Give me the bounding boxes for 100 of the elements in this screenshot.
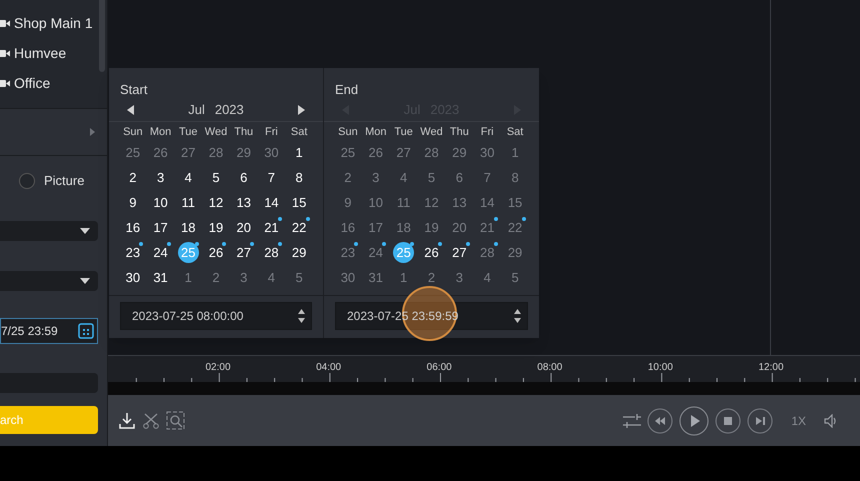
snapshot-icon[interactable] [166,411,185,430]
calendar-day[interactable]: 14 [476,192,498,213]
calendar-day[interactable]: 26 [420,242,442,263]
download-icon[interactable] [118,412,136,430]
calendar-day[interactable]: 16 [337,217,358,238]
calendar-day[interactable]: 29 [288,242,310,263]
calendar-day[interactable]: 29 [233,142,254,163]
calendar-day[interactable]: 8 [288,167,310,188]
calendar-day[interactable]: 28 [476,242,498,263]
calendar-day[interactable]: 25 [393,242,414,263]
datetime-field[interactable]: 7/25 23:59 [0,318,98,344]
camera-name[interactable]: Office [14,72,50,94]
calendar-day[interactable]: 2 [122,167,144,188]
calendar-day[interactable]: 9 [122,192,144,213]
calendar-day[interactable]: 18 [178,217,199,238]
calendar-day[interactable]: 1 [504,142,526,163]
year-label[interactable]: 2023 [214,100,244,120]
calendar-day[interactable]: 1 [288,142,310,163]
calendar-day[interactable]: 5 [288,267,310,288]
calendar-day[interactable]: 21 [476,217,498,238]
calendar-day[interactable]: 3 [365,167,386,188]
calendar-day[interactable]: 27 [393,142,414,163]
calendar-day[interactable]: 30 [337,267,358,288]
calendar-day[interactable]: 28 [420,142,442,163]
calendar-day[interactable]: 3 [150,167,172,188]
calendar-day[interactable]: 28 [260,242,282,263]
next-month-icon[interactable] [298,104,305,114]
scissors-icon[interactable] [142,412,160,430]
calendar-day[interactable]: 11 [393,192,414,213]
calendar-day[interactable]: 9 [337,192,358,213]
calendar-day[interactable]: 5 [205,167,226,188]
calendar-day[interactable]: 29 [504,242,526,263]
calendar-day[interactable]: 6 [233,167,254,188]
calendar-day[interactable]: 13 [233,192,254,213]
spinner-icon[interactable] [514,308,521,324]
calendar-day[interactable]: 20 [448,217,470,238]
calendar-day[interactable]: 4 [260,267,282,288]
scrollbar[interactable] [99,0,105,72]
calendar-day[interactable]: 20 [233,217,254,238]
calendar-day[interactable]: 28 [205,142,226,163]
camera-name[interactable]: Shop Main 1 [14,12,93,34]
timeline[interactable]: 02:00 04:00 06:00 08:00 10:00 12:00 [108,355,860,382]
calendar-day[interactable]: 26 [365,142,386,163]
calendar-day[interactable]: 3 [233,267,254,288]
volume-icon[interactable] [824,414,838,428]
calendar-day[interactable]: 30 [260,142,282,163]
calendar-day[interactable]: 30 [476,142,498,163]
calendar-day[interactable]: 27 [233,242,254,263]
calendar-day[interactable]: 7 [260,167,282,188]
calendar-day[interactable]: 23 [122,242,144,263]
calendar-day[interactable]: 13 [448,192,470,213]
calendar-day[interactable]: 6 [448,167,470,188]
datetime-field[interactable]: 2023-07-25 08:00:00 [120,302,312,330]
calendar-day[interactable]: 4 [476,267,498,288]
calendar-day[interactable]: 29 [448,142,470,163]
calendar-day[interactable]: 22 [288,217,310,238]
spinner-icon[interactable] [298,308,305,324]
calendar-day[interactable]: 25 [178,242,199,263]
calendar-day[interactable]: 11 [178,192,199,213]
calendar-day[interactable]: 2 [337,167,358,188]
speed-label[interactable]: 1X [791,412,806,430]
camera-name[interactable]: Humvee [14,42,66,64]
calendar-day[interactable]: 1 [178,267,199,288]
calendar-day[interactable]: 18 [393,217,414,238]
calendar-day[interactable]: 25 [337,142,358,163]
calendar-day[interactable]: 14 [260,192,282,213]
calendar-day[interactable]: 1 [393,267,414,288]
calendar-day[interactable]: 21 [260,217,282,238]
next-frame-icon[interactable] [747,408,774,434]
expand-arrow-icon[interactable] [90,128,95,136]
calendar-day[interactable]: 7 [476,167,498,188]
calendar-day[interactable]: 26 [150,142,172,163]
calendar-day[interactable]: 5 [420,167,442,188]
rewind-icon[interactable] [647,408,674,434]
calendar-day[interactable]: 10 [365,192,386,213]
calendar-icon[interactable] [78,323,94,339]
adjust-icon[interactable] [623,414,642,428]
calendar-day[interactable]: 24 [365,242,386,263]
calendar-day[interactable]: 17 [150,217,172,238]
calendar-day[interactable]: 25 [122,142,144,163]
calendar-day[interactable]: 27 [448,242,470,263]
calendar-day[interactable]: 15 [288,192,310,213]
calendar-day[interactable]: 2 [205,267,226,288]
calendar-day[interactable]: 19 [205,217,226,238]
calendar-day[interactable]: 23 [337,242,358,263]
calendar-day[interactable]: 17 [365,217,386,238]
calendar-day[interactable]: 24 [150,242,172,263]
previous-month-icon[interactable] [127,104,134,114]
calendar-day[interactable]: 31 [150,267,172,288]
calendar-day[interactable]: 22 [504,217,526,238]
calendar-day[interactable]: 12 [205,192,226,213]
play-icon[interactable] [679,406,710,436]
radio-button[interactable] [19,173,35,189]
calendar-day[interactable]: 2 [420,267,442,288]
stop-icon[interactable] [715,408,742,434]
calendar-day[interactable]: 4 [393,167,414,188]
calendar-day[interactable]: 8 [504,167,526,188]
calendar-day[interactable]: 31 [365,267,386,288]
calendar-day[interactable]: 27 [178,142,199,163]
calendar-day[interactable]: 3 [448,267,470,288]
